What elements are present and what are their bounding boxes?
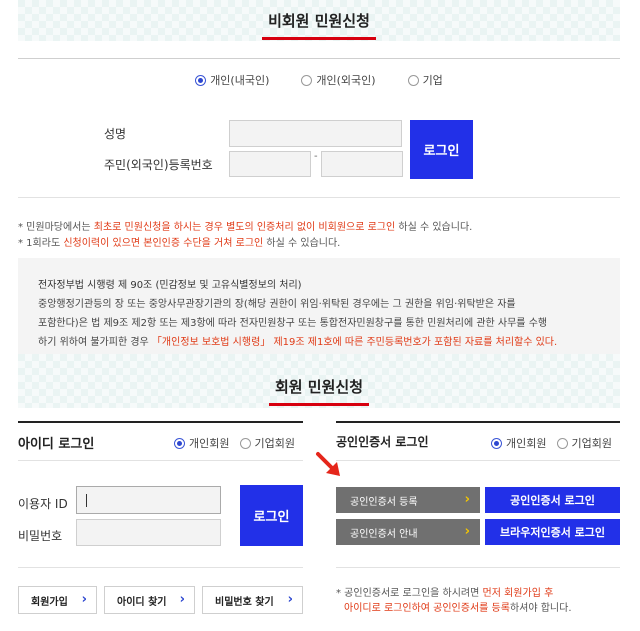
chevron-right-icon: › [464,523,470,539]
user-id-label: 이용자 ID [18,497,68,511]
radio-dot-selected [195,74,207,86]
reg-number-front-input[interactable] [229,151,311,177]
chevron-right-icon: › [464,491,470,507]
password-label: 비밀번호 [18,529,63,543]
nonmember-header-band: 비회원 민원신청 [18,0,620,41]
nonmember-login-button[interactable]: 로그인 [410,120,473,179]
privacy-heading: 전자정부법 시행령 제 90조 (민감정보 및 고유식별정보의 처리) [38,280,302,291]
cert-login-panel: 공인인증서 로그인 개인회원 기업회원 공인인증서 등록 › 공인인증서 안내 … [336,421,620,568]
text-cursor [86,494,87,507]
id-login-title: 아이디 로그인 [18,437,95,452]
note-line-1: * 민원마당에서는 최초로 민원신청을 하시는 경우 별도의 인증처리 없이 비… [18,222,473,233]
id-login-panel: 아이디 로그인 개인회원 기업회원 이용자 ID 비밀번호 로그인 [18,421,303,568]
radio-company-member[interactable]: 기업회원 [239,435,295,451]
cert-login-title: 공인인증서 로그인 [336,435,429,449]
id-login-divider [18,460,303,461]
nonmember-title: 비회원 민원신청 [18,10,620,40]
cert-guide-button[interactable]: 공인인증서 안내 › [336,519,480,545]
privacy-line-1: 중앙행정기관등의 장 또는 중앙사무관장기관의 장(해당 권한이 위임·위탁된 … [38,299,516,310]
find-password-link[interactable]: 비밀번호 찾기 › [202,586,303,614]
name-label: 성명 [104,127,127,141]
radio-dot-selected [491,437,503,449]
radio-dot [556,437,568,449]
reg-number-label: 주민(외국인)등록번호 [104,158,213,172]
chevron-right-icon: › [287,591,293,607]
user-id-input[interactable] [76,486,221,514]
privacy-notice: 전자정부법 시행령 제 90조 (민감정보 및 고유식별정보의 처리) 중앙행정… [18,258,620,354]
name-input[interactable] [229,120,402,147]
radio-korean[interactable]: 개인(내국인) [195,72,269,88]
radio-cert-personal-member[interactable]: 개인회원 [491,435,547,451]
radio-dot-selected [174,437,186,449]
chevron-right-icon: › [81,591,87,607]
cert-login-type-radios: 개인회원 기업회원 [491,435,612,451]
radio-dot [407,74,419,86]
reg-number-separator: - [314,151,318,162]
radio-personal-member[interactable]: 개인회원 [174,435,230,451]
radio-dot [301,74,313,86]
chevron-right-icon: › [179,591,185,607]
find-id-link[interactable]: 아이디 찾기 › [104,586,195,614]
radio-foreigner[interactable]: 개인(외국인) [301,72,376,88]
note-line-2: * 1회라도 신청이력이 있으면 본인인증 수단을 거쳐 로그인 하실 수 있습… [18,238,341,249]
member-title: 회원 민원신청 [18,376,620,406]
browser-cert-login-button[interactable]: 브라우저인증서 로그인 [485,519,620,545]
id-login-button[interactable]: 로그인 [240,485,303,546]
nonmember-type-radios: 개인(내국인) 개인(외국인) 기업 [18,72,620,88]
signup-link[interactable]: 회원가입 › [18,586,97,614]
cert-login-button[interactable]: 공인인증서 로그인 [485,487,620,513]
cert-login-divider [336,460,620,461]
privacy-line-3: 하기 위하여 불가피한 경우 「개인정보 보호법 시행령」 제19조 제1호에 … [38,337,558,348]
member-header-band: 회원 민원신청 [18,354,620,408]
password-input[interactable] [76,519,221,546]
nonmember-form: 개인(내국인) 개인(외국인) 기업 성명 주민(외국인)등록번호 - 로그인 [18,58,620,198]
radio-dot [239,437,251,449]
privacy-line-2: 포함한다)은 법 제9조 제2항 또는 제3항에 따라 전자민원창구 또는 통합… [38,318,548,329]
radio-cert-company-member[interactable]: 기업회원 [556,435,612,451]
cert-note: * 공인인증서로 로그인을 하시려면 먼저 회원가입 후 아이디로 로그인하여 … [336,588,572,614]
id-login-type-radios: 개인회원 기업회원 [174,435,295,451]
reg-number-back-input[interactable] [321,151,403,177]
radio-company[interactable]: 기업 [407,72,443,88]
red-arrow-icon [316,452,340,476]
cert-register-button[interactable]: 공인인증서 등록 › [336,487,480,513]
